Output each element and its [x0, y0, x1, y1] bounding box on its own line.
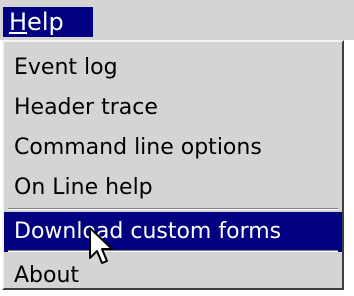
menu-item-download-custom-forms[interactable]: Download custom forms: [4, 212, 342, 252]
help-dropdown-menu: Event log Header trace Command line opti…: [2, 40, 344, 290]
help-menu-title[interactable]: Help: [3, 7, 93, 37]
mouse-pointer-icon: [89, 227, 113, 264]
menu-bar: Help: [0, 0, 354, 40]
menu-separator: [8, 250, 338, 252]
menu-item-header-trace[interactable]: Header trace: [4, 88, 342, 128]
help-menu-title-rest: elp: [27, 8, 64, 36]
menu-item-about[interactable]: About: [4, 256, 342, 296]
help-menu-list: Event log Header trace Command line opti…: [4, 48, 342, 296]
help-menu-mnemonic: H: [9, 8, 28, 36]
menu-item-command-line-options[interactable]: Command line options: [4, 128, 342, 168]
menu-item-on-line-help[interactable]: On Line help: [4, 168, 342, 208]
menu-item-event-log[interactable]: Event log: [4, 48, 342, 88]
menu-separator: [8, 208, 338, 210]
